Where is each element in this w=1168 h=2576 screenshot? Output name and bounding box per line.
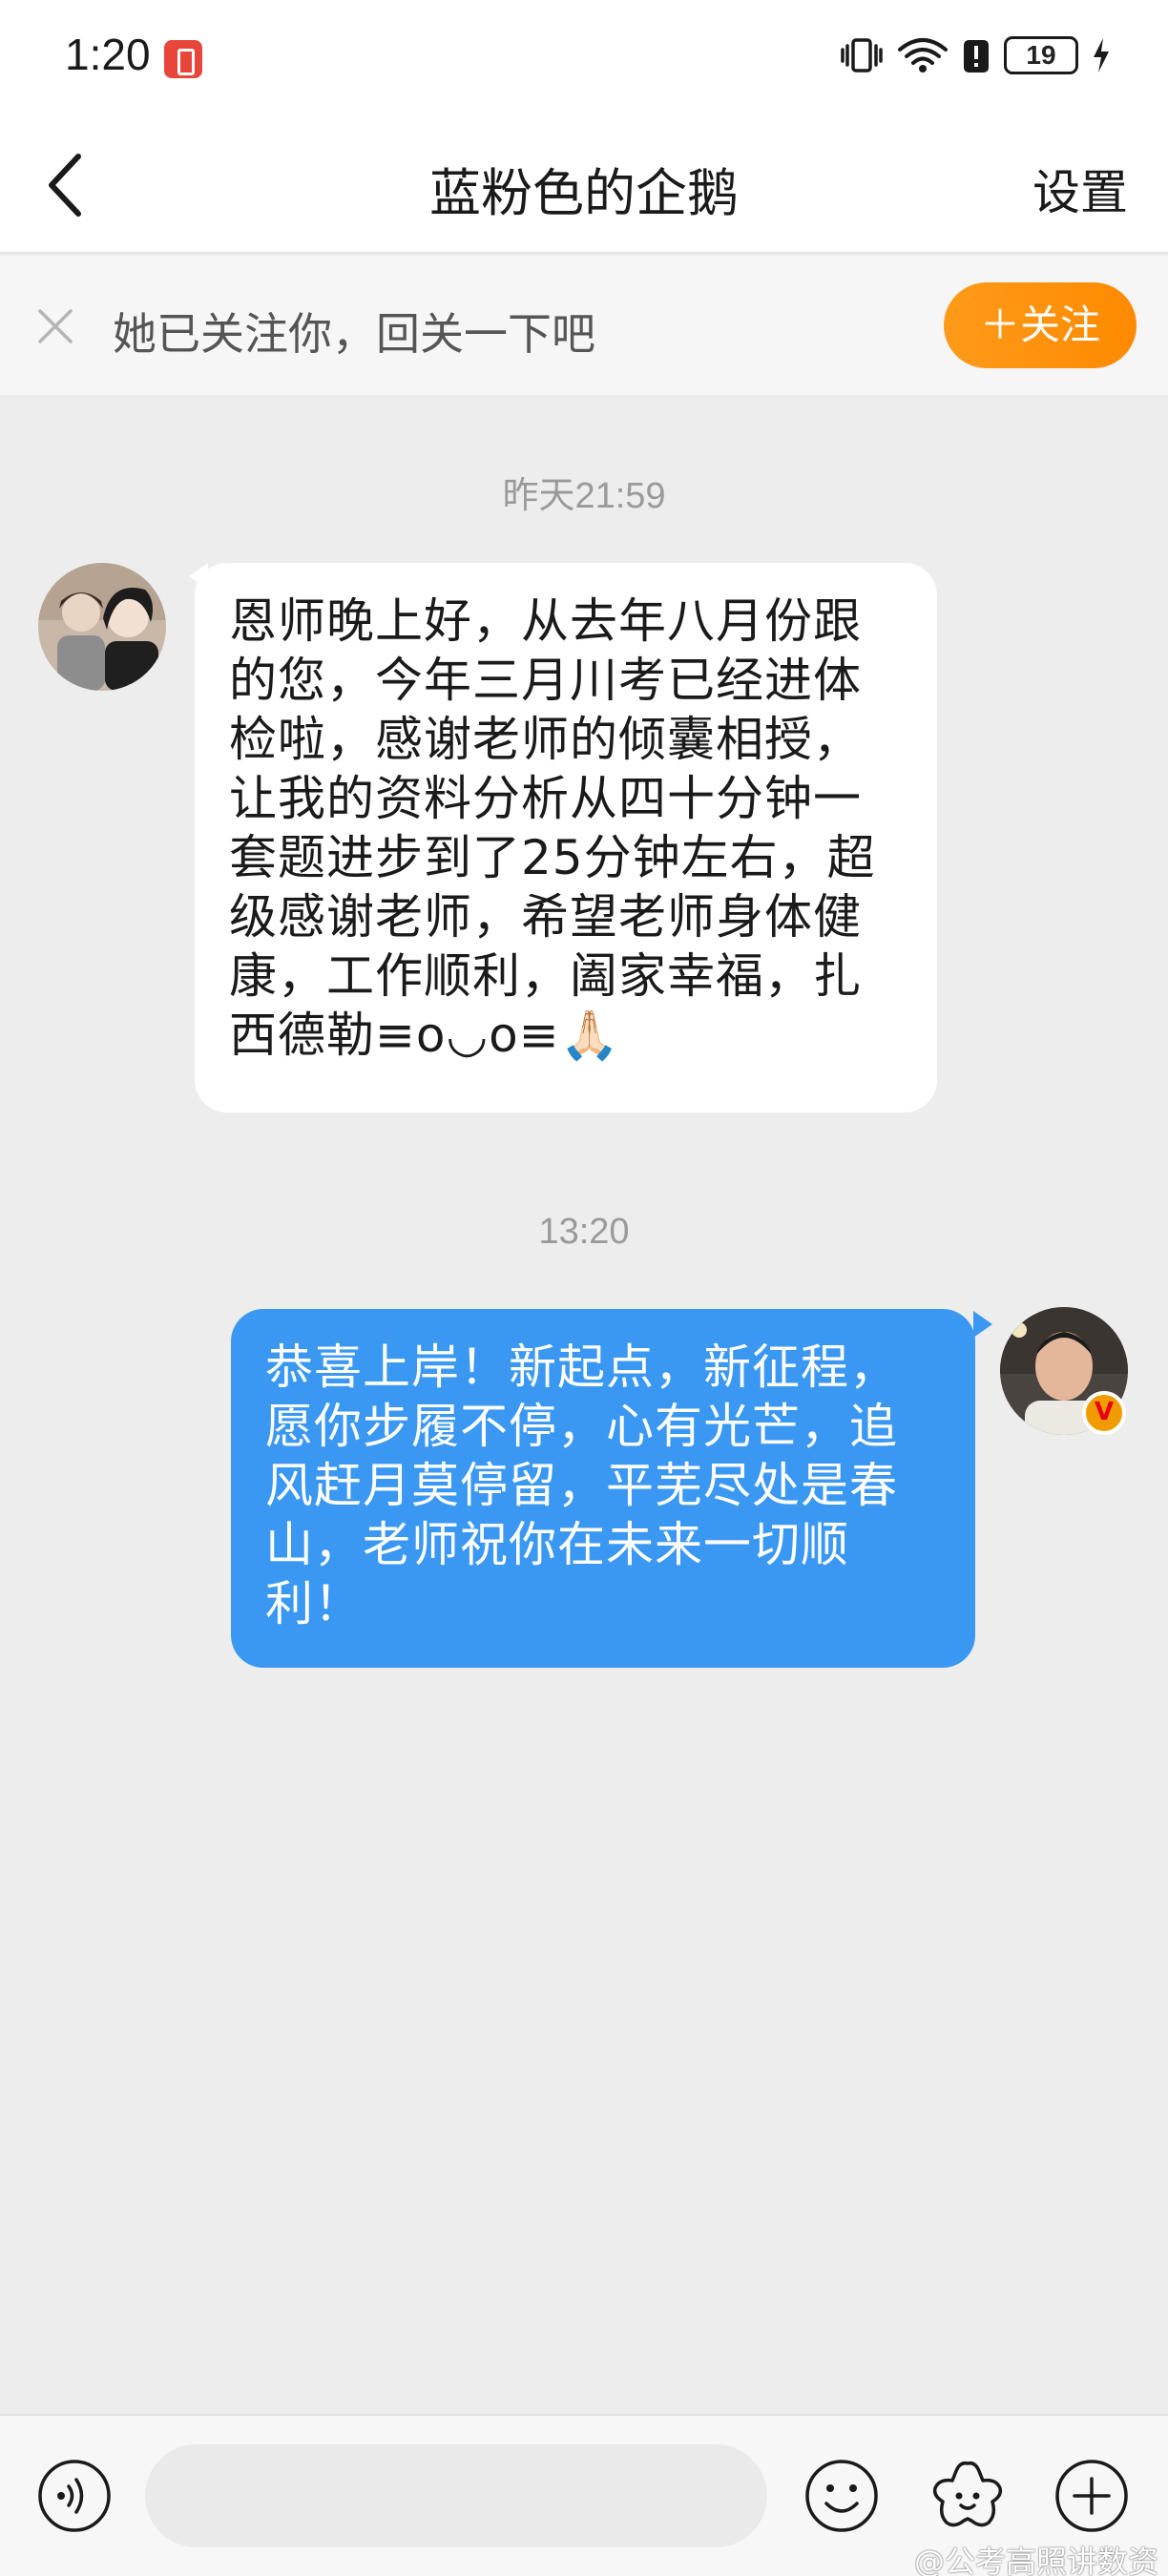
voice-icon[interactable] <box>36 2458 113 2534</box>
message-text: 恩师晚上好，从去年八月份跟的您，今年三月川考已经进体检啦，感谢老师的倾囊相授，让… <box>229 593 876 1063</box>
emoji-icon[interactable] <box>803 2458 880 2534</box>
bubble-tail <box>973 1311 992 1338</box>
follow-button[interactable]: ＋关注 <box>944 282 1137 368</box>
status-time: 1:20 <box>65 30 151 79</box>
vibrate-icon <box>841 38 883 73</box>
message-text: 恭喜上岸！新起点，新征程，愿你步履不停，心有光芒，追风赶月莫停留，平芜尽处是春山… <box>265 1340 898 1631</box>
avatar[interactable] <box>38 563 166 691</box>
status-icons: 19 <box>840 32 1111 78</box>
sticker-icon[interactable] <box>929 2458 1006 2534</box>
recording-icon <box>164 40 202 78</box>
watermark: @公考高照讲数资 <box>913 2544 1158 2576</box>
wifi-icon <box>898 38 948 73</box>
contact-avatar-photo <box>38 563 166 691</box>
alert-icon <box>964 40 989 73</box>
message-bubble-sent[interactable]: 恭喜上岸！新起点，新征程，愿你步履不停，心有光芒，追风赶月莫停留，平芜尽处是春山… <box>231 1309 975 1668</box>
nav-bar: 蓝粉色的企鹅 设置 <box>0 114 1168 254</box>
message-timestamp: 13:20 <box>538 1212 630 1252</box>
battery-indicator: 19 <box>1004 36 1078 74</box>
settings-button[interactable]: 设置 <box>1032 155 1128 223</box>
chat-title: 蓝粉色的企鹅 <box>429 163 739 223</box>
close-icon[interactable] <box>34 305 76 347</box>
plus-icon[interactable] <box>1053 2458 1130 2534</box>
message-timestamp: 昨天21:59 <box>502 476 666 516</box>
follow-banner: 她已关注你，回关一下吧 ＋关注 <box>0 256 1168 395</box>
follow-prompt-text: 她已关注你，回关一下吧 <box>113 308 595 360</box>
message-input[interactable] <box>145 2444 767 2547</box>
verified-badge-icon: V <box>1082 1391 1126 1435</box>
message-bubble-received[interactable]: 恩师晚上好，从去年八月份跟的您，今年三月川考已经进体检啦，感谢老师的倾囊相授，让… <box>195 563 937 1112</box>
status-bar: 1:20 19 <box>0 0 1168 114</box>
charging-icon <box>1094 38 1109 73</box>
